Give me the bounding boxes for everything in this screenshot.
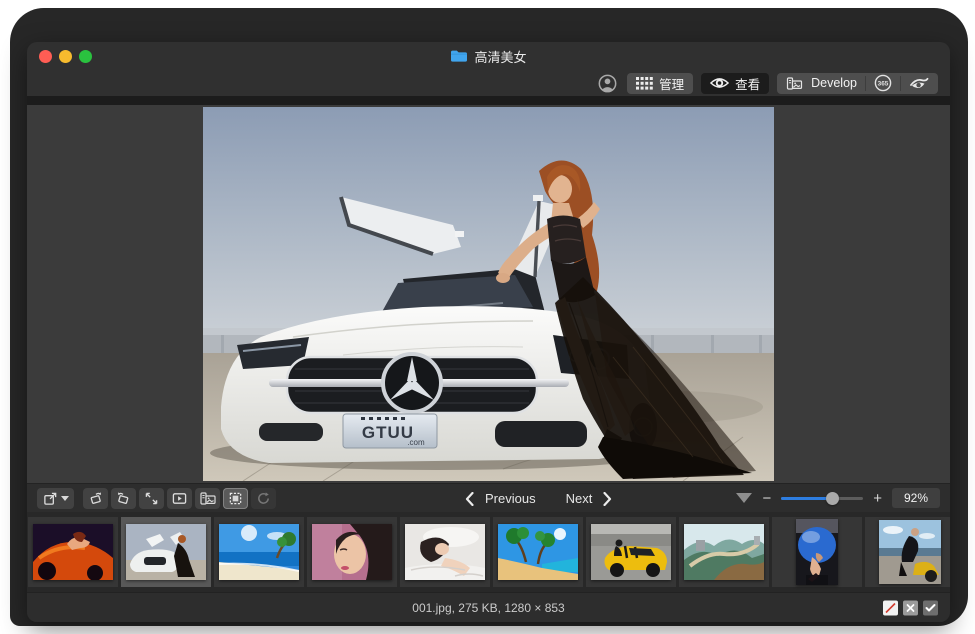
previous-button[interactable]: Previous <box>485 491 536 506</box>
plate-subtext: .com <box>407 438 425 447</box>
quick-view-eye-icon[interactable] <box>909 76 929 90</box>
thumbnail-filmstrip <box>27 512 950 592</box>
user-avatar-icon <box>598 74 617 93</box>
thumbnail-yellow-camaro[interactable] <box>586 517 676 587</box>
develop-icon <box>786 76 803 91</box>
image-navigation: Previous Next <box>465 484 612 513</box>
chevron-down-icon <box>61 496 69 501</box>
marquee-icon <box>228 491 243 506</box>
toolbar-divider-band <box>27 96 950 105</box>
batch-develop-icon <box>200 491 216 506</box>
thumbnail-beach-lagoon[interactable] <box>214 517 304 587</box>
divider <box>865 76 866 91</box>
thumbnail-white-sls-selected[interactable] <box>121 517 211 587</box>
365-badge-label: 365 <box>878 80 889 87</box>
mode-manage-label: 管理 <box>659 74 684 93</box>
check-icon <box>925 603 936 612</box>
x-icon <box>906 603 915 612</box>
thumbnail-woman-portrait[interactable] <box>307 517 397 587</box>
rotate-right-button[interactable] <box>83 488 108 509</box>
zoom-out-button[interactable]: − <box>762 491 771 506</box>
develop-label[interactable]: Develop <box>811 76 857 90</box>
zoom-slider[interactable] <box>781 492 863 505</box>
slideshow-play-icon <box>172 491 187 506</box>
eye-icon <box>710 77 729 89</box>
mode-view-button[interactable]: 查看 <box>701 73 769 94</box>
zoom-in-button[interactable]: + <box>873 491 882 506</box>
app-window: 高清美女 管理 <box>27 42 950 622</box>
mode-toolbar: 管理 查看 Develop <box>27 70 950 96</box>
thumbnail-motorcycle-model[interactable] <box>865 517 950 587</box>
365-badge-icon[interactable]: 365 <box>874 74 892 92</box>
resize-arrows-icon <box>144 491 159 506</box>
rotate-left-icon <box>116 491 131 506</box>
chevron-right-icon[interactable] <box>603 492 612 506</box>
account-button[interactable] <box>598 74 617 93</box>
thumbnail-blue-car-model[interactable] <box>772 517 862 587</box>
filmstrip-collapse-triangle[interactable] <box>736 493 752 503</box>
traffic-lights <box>39 42 92 70</box>
desktop-background: 高清美女 管理 <box>0 0 975 634</box>
folder-icon <box>450 49 468 63</box>
untag-button[interactable] <box>903 600 918 615</box>
status-bar: 001.jpg, 275 KB, 1280 × 853 <box>27 592 950 622</box>
thumbnail-great-wall-painting[interactable] <box>679 517 769 587</box>
thumbnail-woman-on-bed[interactable] <box>400 517 490 587</box>
zoom-controls: − + 92% <box>736 488 940 508</box>
next-button[interactable]: Next <box>566 491 593 506</box>
minimize-button[interactable] <box>59 50 72 63</box>
rotate-left-button[interactable] <box>111 488 136 509</box>
main-photo[interactable]: GTUU .com <box>203 107 774 481</box>
tag-icons <box>883 600 938 615</box>
window-title-area: 高清美女 <box>450 47 526 66</box>
mode-view-label: 查看 <box>735 74 760 93</box>
grid-icon <box>636 77 653 90</box>
thumbnail-beach-palms[interactable] <box>493 517 583 587</box>
rotate-right-icon <box>88 491 103 506</box>
slideshow-button[interactable] <box>167 488 192 509</box>
sync-button[interactable] <box>251 488 276 509</box>
resize-button[interactable] <box>139 488 164 509</box>
zoom-slider-fill <box>781 497 832 500</box>
export-icon <box>43 491 58 506</box>
file-info-text: 001.jpg, 275 KB, 1280 × 853 <box>412 601 564 615</box>
select-marquee-button[interactable] <box>223 488 248 509</box>
develop-button-group: Develop 365 <box>777 73 938 94</box>
titlebar: 高清美女 <box>27 42 950 70</box>
zoom-slider-thumb[interactable] <box>826 492 839 505</box>
zoom-percent-box[interactable]: 92% <box>892 488 940 508</box>
sync-refresh-icon <box>256 491 271 506</box>
mode-manage-button[interactable]: 管理 <box>627 73 693 94</box>
divider <box>900 76 901 91</box>
plate-text: GTUU <box>362 423 414 442</box>
fullscreen-button[interactable] <box>79 50 92 63</box>
tag-button[interactable] <box>923 600 938 615</box>
viewer-area: GTUU .com <box>27 105 950 483</box>
red-slash-icon <box>884 601 897 614</box>
chevron-left-icon[interactable] <box>465 492 474 506</box>
close-button[interactable] <box>39 50 52 63</box>
reject-tag-button[interactable] <box>883 600 898 615</box>
batch-develop-button[interactable] <box>195 488 220 509</box>
window-title: 高清美女 <box>474 47 526 66</box>
license-plate: GTUU .com <box>343 414 437 448</box>
view-toolbar: Previous Next − + 92% <box>27 483 950 512</box>
thumbnail-orange-supercar[interactable] <box>28 517 118 587</box>
share-export-button[interactable] <box>37 488 74 509</box>
